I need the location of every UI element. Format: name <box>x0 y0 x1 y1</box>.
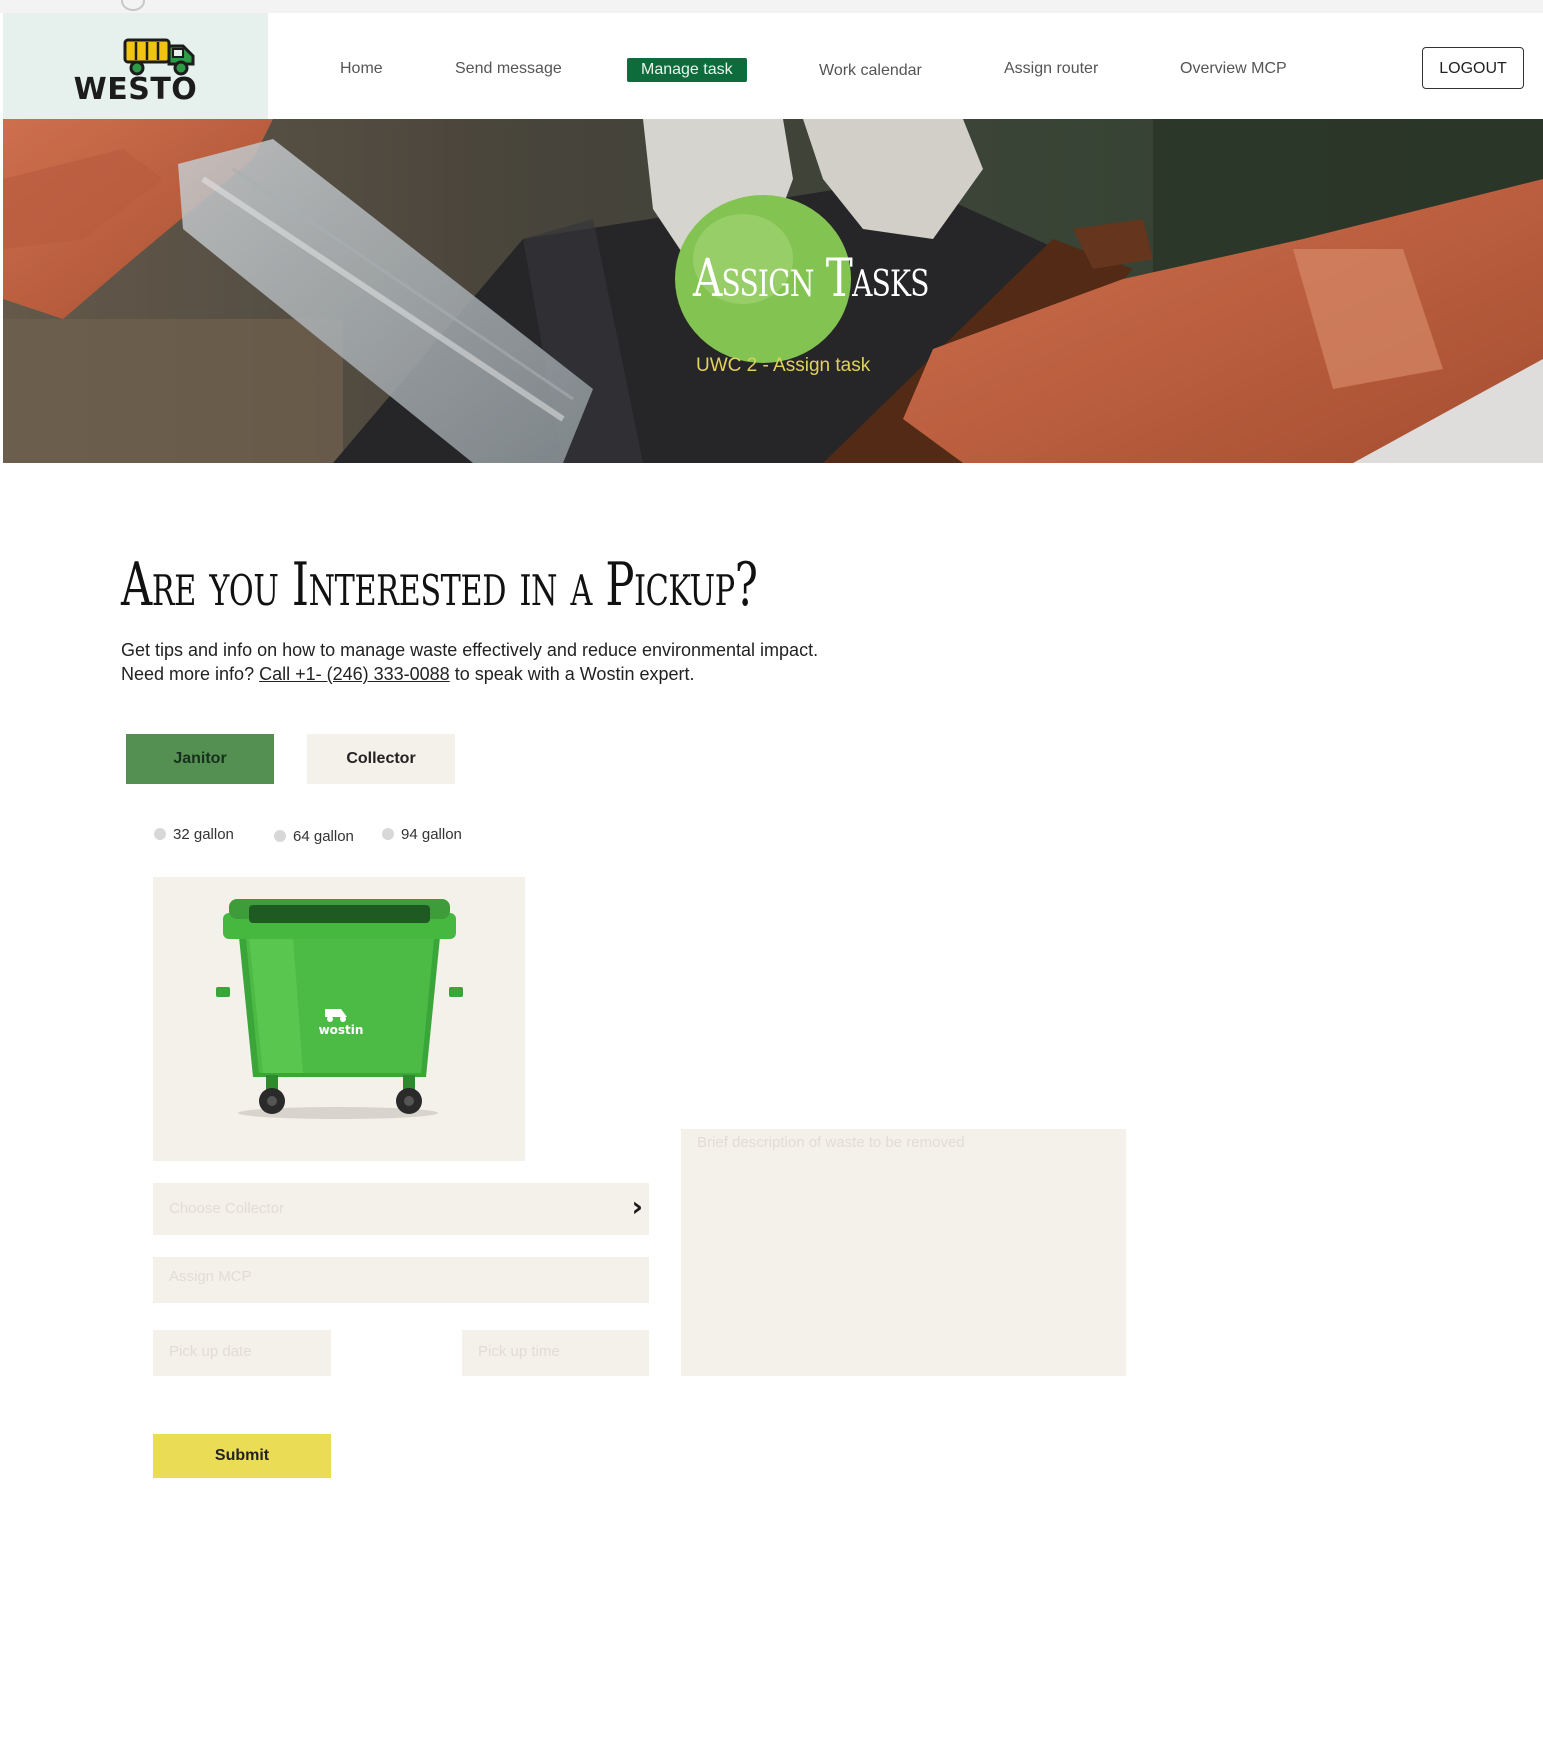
assign-mcp-input[interactable]: Assign MCP <box>153 1257 649 1303</box>
pickup-date-placeholder: Pick up date <box>169 1343 252 1360</box>
waste-description-placeholder: Brief description of waste to be removed <box>697 1134 965 1151</box>
pickup-time-input[interactable]: Pick up time <box>462 1330 649 1376</box>
description-prefix: Need more info? <box>121 664 260 684</box>
radio-button[interactable] <box>274 830 286 842</box>
assign-mcp-placeholder: Assign MCP <box>169 1268 252 1285</box>
description-line: Get tips and info on how to manage waste… <box>121 640 819 660</box>
logo[interactable]: WESTO <box>3 13 268 119</box>
bin-size-label: 94 gallon <box>401 826 462 843</box>
janitor-tab[interactable]: Janitor <box>126 734 274 784</box>
choose-collector-select[interactable]: Choose Collector › <box>153 1183 649 1235</box>
nav-overview-mcp[interactable]: Overview MCP <box>1180 60 1287 78</box>
bin-brand-text: wostin <box>319 1023 364 1037</box>
radio-button[interactable] <box>154 828 166 840</box>
waste-description-textarea[interactable]: Brief description of waste to be removed <box>681 1129 1126 1376</box>
collector-tab[interactable]: Collector <box>307 734 455 784</box>
description-suffix: to speak with a Wostin expert. <box>449 664 695 684</box>
brand-name: WESTO <box>73 72 198 107</box>
pickup-time-placeholder: Pick up time <box>478 1343 560 1360</box>
circle-icon <box>121 0 145 11</box>
hero-subtitle: UWC 2 - Assign task <box>696 355 871 376</box>
logout-button[interactable]: LOGOUT <box>1422 47 1524 89</box>
nav-assign-router[interactable]: Assign router <box>1004 60 1098 78</box>
garbage-truck-icon <box>123 38 195 76</box>
nav-work-calendar[interactable]: Work calendar <box>819 62 922 80</box>
page-description: Get tips and info on how to manage waste… <box>121 638 818 686</box>
description-line-contact: Need more info? Call +1- (246) 333-0088 … <box>121 662 818 686</box>
page-heading: Are you Interested in a Pickup? <box>121 550 758 620</box>
choose-collector-placeholder: Choose Collector <box>169 1200 285 1217</box>
bin-size-label: 32 gallon <box>173 826 234 843</box>
site-header: WESTO Home Send message Manage task Work… <box>0 13 1543 119</box>
chevron-right-icon[interactable]: › <box>631 1193 643 1221</box>
bin-size-option-32[interactable]: 32 gallon <box>154 826 234 843</box>
nav-home[interactable]: Home <box>340 60 383 78</box>
bin-size-label: 64 gallon <box>293 828 354 845</box>
bin-size-option-94[interactable]: 94 gallon <box>382 826 462 843</box>
waste-bin-icon: wostin <box>216 899 463 1119</box>
nav-send-message[interactable]: Send message <box>455 60 562 78</box>
hero-banner: Assign Tasks UWC 2 - Assign task <box>3 119 1543 463</box>
pickup-date-input[interactable]: Pick up date <box>153 1330 331 1376</box>
call-expert-link[interactable]: Call +1- (246) 333-0088 <box>259 664 450 684</box>
nav-manage-task[interactable]: Manage task <box>627 58 747 82</box>
bin-size-option-64[interactable]: 64 gallon <box>274 828 354 845</box>
bin-image-panel: wostin <box>153 877 525 1161</box>
submit-button[interactable]: Submit <box>153 1434 331 1478</box>
hero-title: Assign Tasks <box>693 249 929 309</box>
radio-button[interactable] <box>382 828 394 840</box>
browser-top-strip <box>0 0 1543 13</box>
